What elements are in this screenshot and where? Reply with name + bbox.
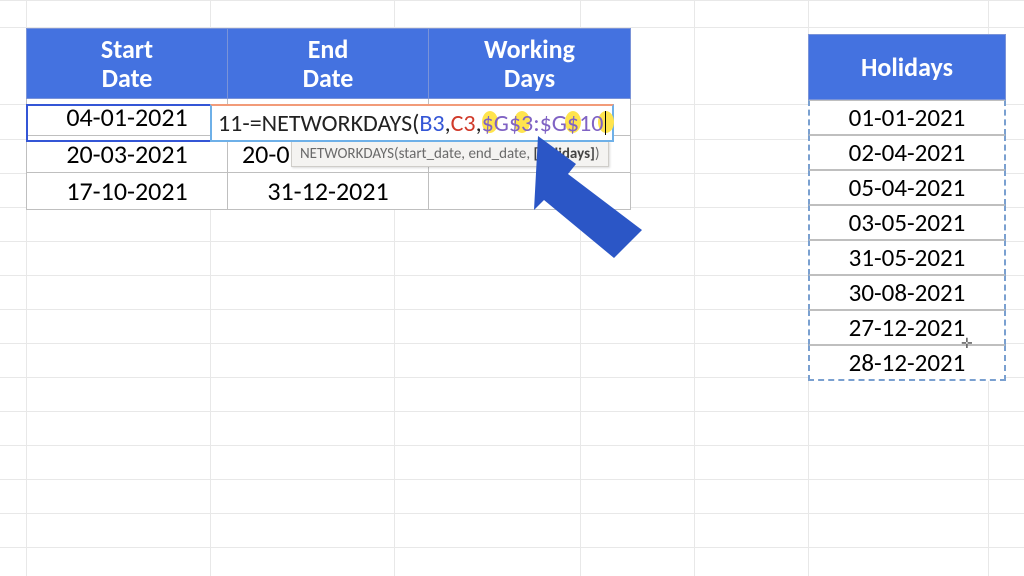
table-row[interactable]: 03-05-2021 (808, 205, 1006, 240)
table-row[interactable]: 30-08-2021 (808, 275, 1006, 310)
holidays-table[interactable]: Holidays 01-01-2021 02-04-2021 05-04-202… (808, 34, 1006, 381)
header-holidays: Holidays (808, 34, 1006, 100)
cell-end[interactable]: 31-12-2021 (228, 173, 429, 210)
cell-start[interactable]: 20-03-2021 (27, 136, 228, 173)
table-row[interactable]: 02-04-2021 (808, 135, 1006, 170)
annotation-arrow-icon (518, 130, 658, 260)
formula-ref-b3: B3 (419, 109, 444, 138)
formula-function: =NETWORKDAYS( (250, 109, 420, 138)
table-row[interactable]: 28-12-2021 (808, 345, 1006, 381)
holiday-cell[interactable]: 28-12-2021 (808, 345, 1006, 381)
holiday-cell[interactable]: 01-01-2021 (808, 100, 1006, 135)
table-row[interactable]: 31-05-2021 (808, 240, 1006, 275)
holiday-cell[interactable]: 30-08-2021 (808, 275, 1006, 310)
formula-prefix: 11- (218, 109, 250, 138)
holiday-cell[interactable]: 05-04-2021 (808, 170, 1006, 205)
table-row[interactable]: 27-12-2021 (808, 310, 1006, 345)
holiday-cell[interactable]: 31-05-2021 (808, 240, 1006, 275)
header-start-date: Start Date (27, 29, 228, 99)
header-working-days: Working Days (429, 29, 631, 99)
table-row[interactable]: 01-01-2021 (808, 100, 1006, 135)
holiday-cell[interactable]: 03-05-2021 (808, 205, 1006, 240)
cell-start[interactable]: 04-01-2021 (27, 99, 228, 136)
holiday-cell[interactable]: 02-04-2021 (808, 135, 1006, 170)
header-end-date: End Date (228, 29, 429, 99)
cursor-crosshair-icon: ✛ (961, 335, 973, 352)
table-row[interactable]: 05-04-2021 (808, 170, 1006, 205)
formula-ref-c3: C3 (451, 109, 476, 138)
spreadsheet-canvas[interactable]: Start Date End Date Working Days 04-01-2… (0, 0, 1024, 576)
holiday-cell[interactable]: 27-12-2021 (808, 310, 1006, 345)
cell-start[interactable]: 17-10-2021 (27, 173, 228, 210)
